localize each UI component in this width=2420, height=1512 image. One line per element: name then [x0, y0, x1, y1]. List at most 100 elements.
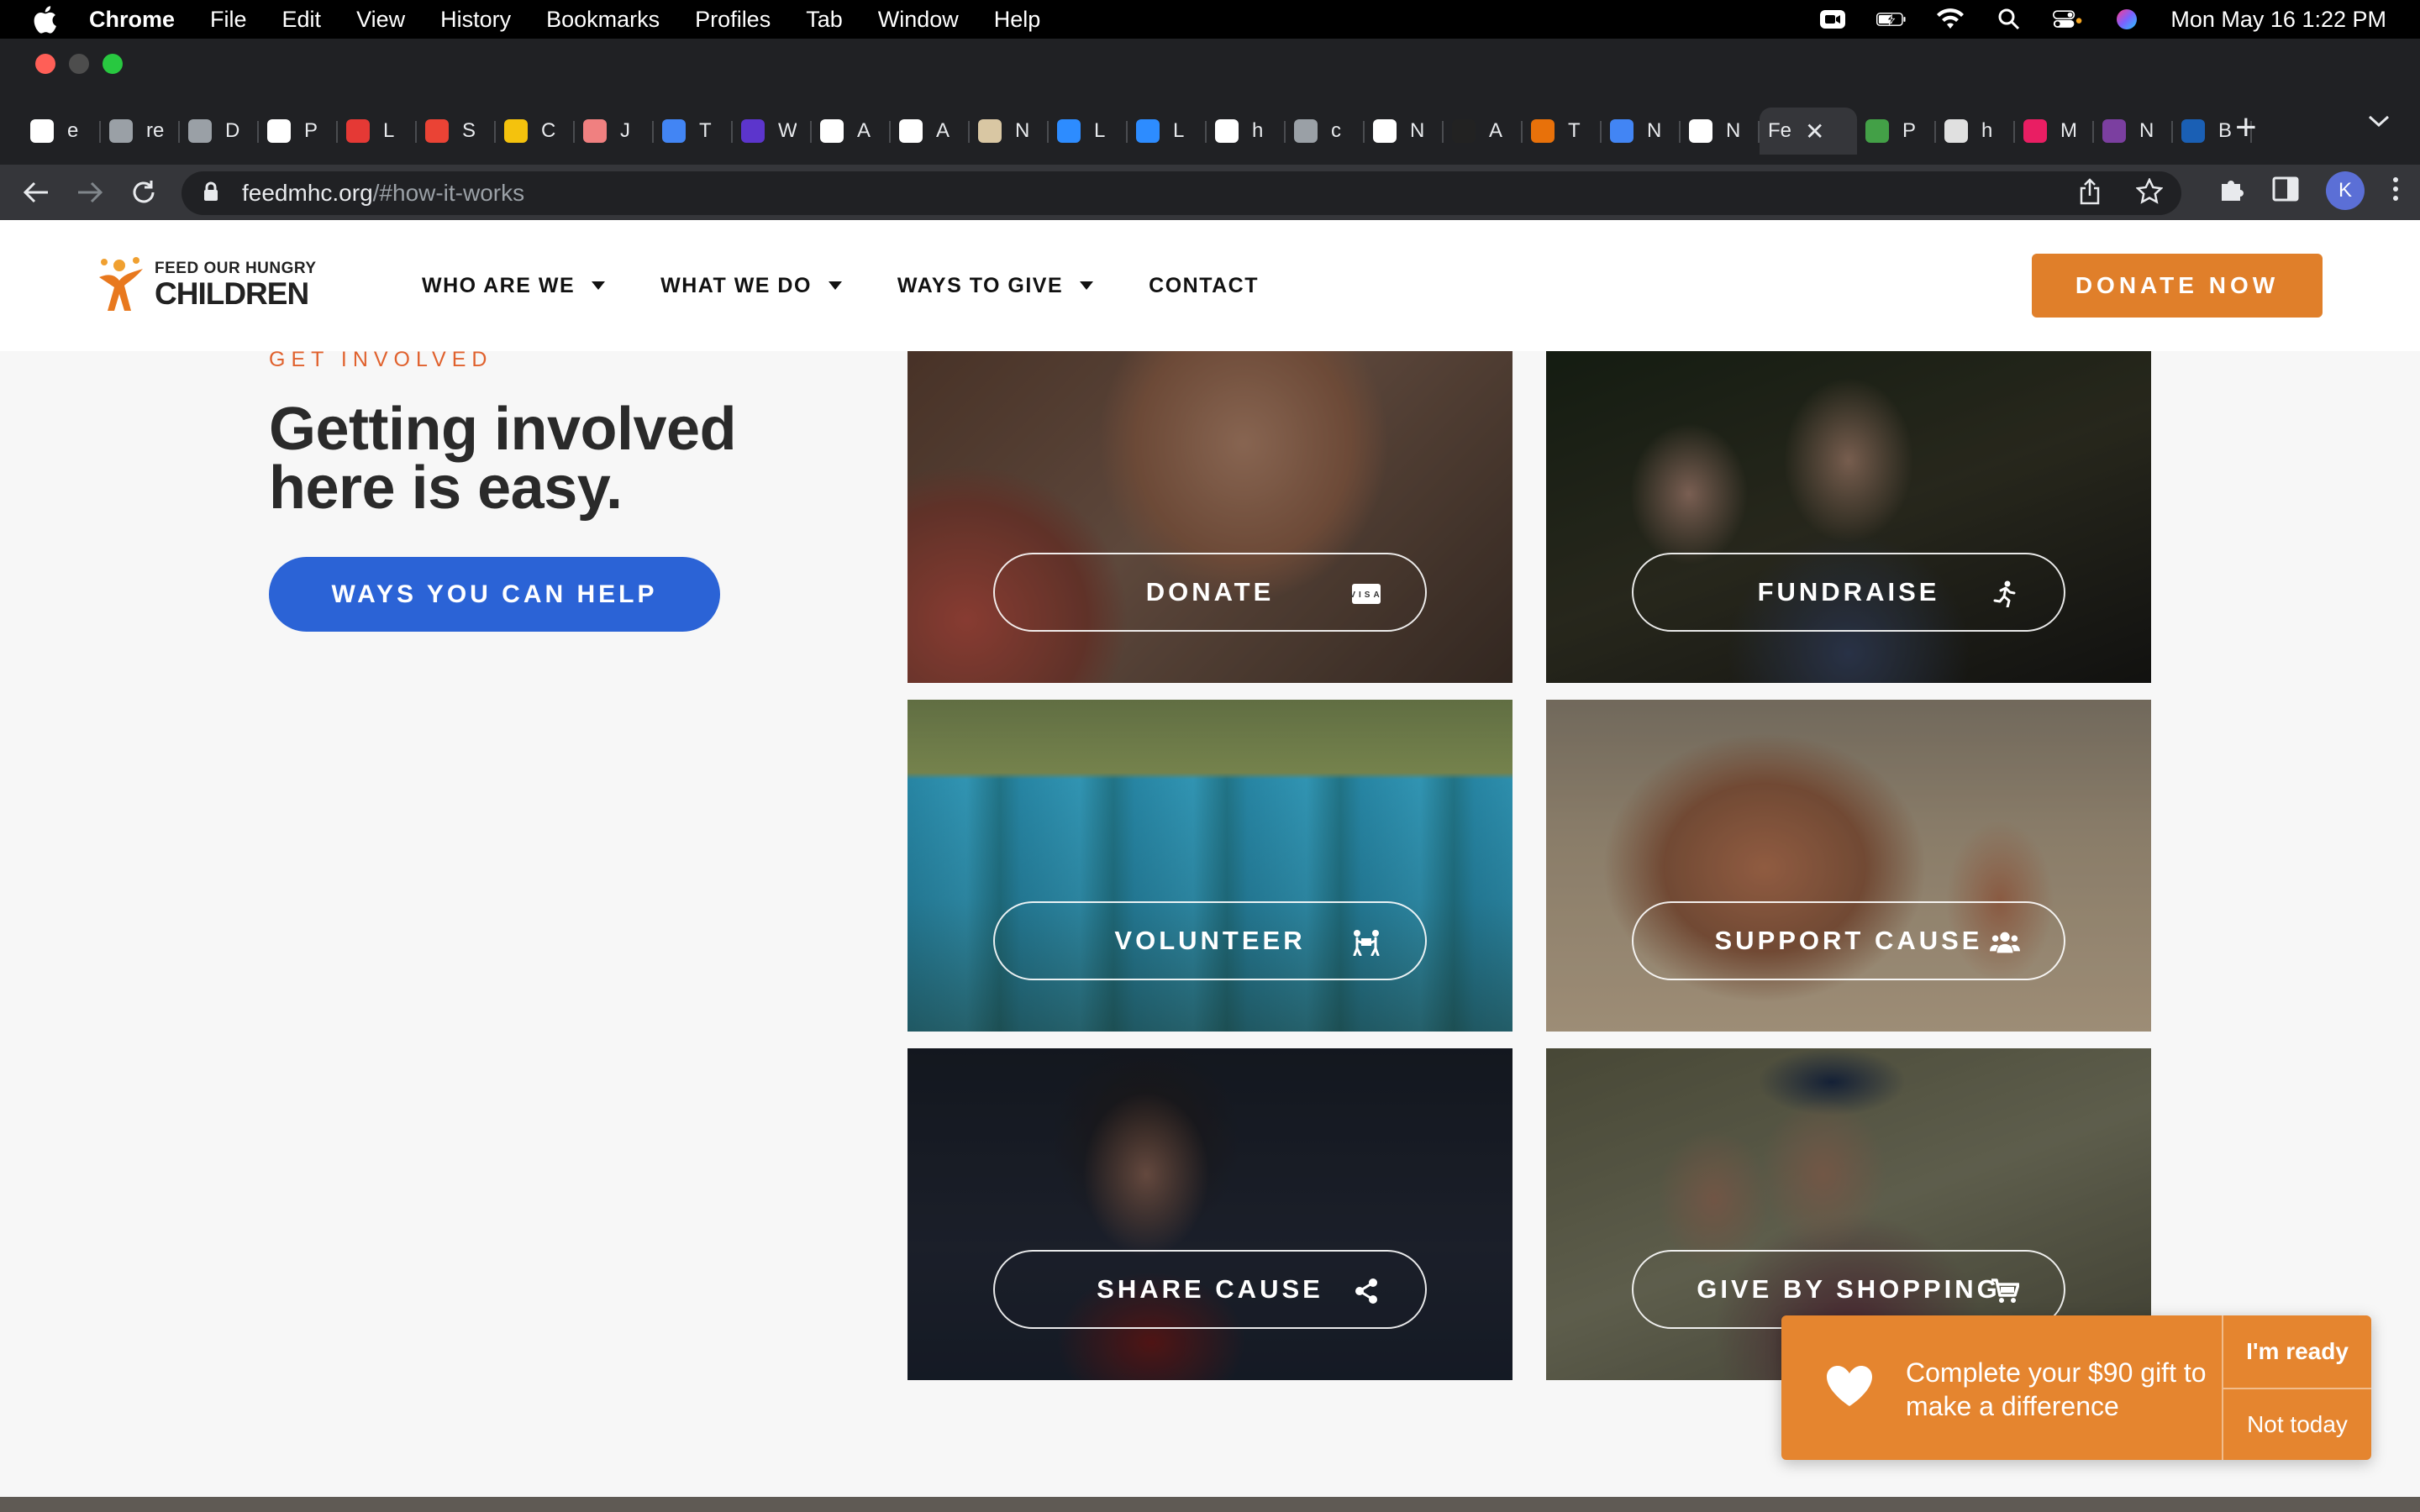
favicon-icon — [504, 119, 528, 143]
browser-tab[interactable]: N — [1365, 108, 1444, 155]
browser-tab[interactable]: N — [970, 108, 1049, 155]
share-page-icon[interactable] — [2077, 178, 2102, 209]
more-menu-icon[interactable] — [2391, 176, 2400, 207]
menu-history[interactable]: History — [440, 7, 511, 33]
menu-help[interactable]: Help — [994, 7, 1041, 33]
browser-tab[interactable]: c — [1286, 108, 1365, 155]
caret-down-icon — [1080, 281, 1094, 290]
card-fundraise[interactable]: FUNDRAISE — [1546, 351, 2151, 683]
im-ready-button[interactable]: I'm ready — [2223, 1315, 2371, 1388]
volunteer-card-button[interactable]: VOLUNTEER — [993, 901, 1427, 980]
side-panel-icon[interactable] — [2272, 176, 2299, 206]
support-cause-card-button[interactable]: SUPPORT CAUSE — [1632, 901, 2065, 980]
tab-label: W — [778, 119, 797, 142]
close-window-button[interactable] — [35, 54, 55, 74]
favicon-icon — [1865, 119, 1889, 143]
nav-contact[interactable]: CONTACT — [1149, 274, 1259, 298]
tab-search-chevron-icon[interactable] — [2368, 114, 2390, 132]
reload-icon[interactable] — [128, 176, 160, 208]
browser-tab[interactable]: N — [1681, 108, 1760, 155]
photo-overlay — [1546, 351, 2151, 683]
tab-label: N — [1410, 119, 1425, 142]
spotlight-search-icon[interactable] — [1994, 8, 2024, 30]
nav-what-we-do[interactable]: WHAT WE DO — [660, 274, 842, 298]
profile-avatar[interactable]: K — [2326, 171, 2365, 210]
menu-app-name[interactable]: Chrome — [89, 7, 175, 33]
control-center-icon[interactable] — [2053, 8, 2083, 30]
zoom-window-button[interactable] — [103, 54, 123, 74]
card-volunteer[interactable]: VOLUNTEER — [908, 700, 1512, 1032]
browser-tab[interactable]: T — [1523, 108, 1602, 155]
bookmark-star-icon[interactable] — [2135, 177, 2164, 209]
favicon-icon — [583, 119, 607, 143]
donate-now-button[interactable]: DONATE NOW — [2032, 254, 2323, 318]
browser-tab[interactable]: S — [417, 108, 496, 155]
tab-label: re — [146, 119, 165, 142]
address-bar[interactable]: feedmhc.org/#how-it-works — [182, 171, 2181, 215]
menu-profiles[interactable]: Profiles — [695, 7, 771, 33]
nav-label: CONTACT — [1149, 273, 1260, 297]
favicon-icon — [188, 119, 212, 143]
tab-label: e — [67, 119, 79, 142]
browser-tab[interactable]: A — [812, 108, 891, 155]
browser-tab[interactable]: M — [2015, 108, 2094, 155]
card-donate[interactable]: DONATE VISA — [908, 351, 1512, 683]
site-logo[interactable]: FEED OUR HUNGRY CHILDREN — [94, 255, 317, 314]
browser-tab[interactable]: D — [180, 108, 259, 155]
browser-tab[interactable]: C — [496, 108, 575, 155]
browser-tab[interactable]: A — [891, 108, 970, 155]
favicon-icon — [1689, 119, 1712, 143]
back-arrow-icon[interactable] — [20, 176, 52, 208]
new-tab-plus-icon[interactable]: + — [2235, 109, 2257, 146]
siri-icon[interactable] — [2112, 8, 2142, 30]
browser-tab[interactable]: W — [733, 108, 812, 155]
caret-down-icon — [828, 281, 842, 290]
not-today-button[interactable]: Not today — [2223, 1389, 2371, 1460]
browser-tab[interactable]: L — [1049, 108, 1128, 155]
browser-tab[interactable]: N — [1602, 108, 1681, 155]
favicon-icon — [425, 119, 449, 143]
forward-arrow-icon[interactable] — [74, 176, 106, 208]
close-tab-icon[interactable]: ✕ — [1805, 118, 1824, 145]
browser-tab[interactable]: N — [2094, 108, 2173, 155]
browser-tab[interactable]: h — [1207, 108, 1286, 155]
menu-bookmarks[interactable]: Bookmarks — [546, 7, 660, 33]
menubar-clock[interactable]: Mon May 16 1:22 PM — [2170, 7, 2386, 33]
tab-active[interactable]: Fe ✕ — [1760, 108, 1857, 155]
browser-tab[interactable]: h — [1936, 108, 2015, 155]
browser-tab[interactable]: P — [259, 108, 338, 155]
menu-edit[interactable]: Edit — [282, 7, 322, 33]
lock-icon[interactable] — [203, 181, 218, 206]
browser-tab[interactable]: T — [654, 108, 733, 155]
minimize-window-button[interactable] — [69, 54, 89, 74]
donate-card-button[interactable]: DONATE VISA — [993, 553, 1427, 632]
logo-children-icon — [99, 257, 143, 311]
menu-tab[interactable]: Tab — [806, 7, 843, 33]
share-cause-card-button[interactable]: SHARE CAUSE — [993, 1250, 1427, 1329]
menu-view[interactable]: View — [356, 7, 405, 33]
extensions-puzzle-icon[interactable] — [2218, 176, 2245, 207]
browser-tab[interactable]: J — [575, 108, 654, 155]
browser-tab[interactable]: A — [1444, 108, 1523, 155]
browser-tab[interactable]: re — [101, 108, 180, 155]
battery-icon[interactable] — [1876, 8, 1907, 30]
nav-ways-to-give[interactable]: WAYS TO GIVE — [897, 274, 1094, 298]
ways-you-can-help-button[interactable]: WAYS YOU CAN HELP — [269, 557, 720, 632]
browser-tab[interactable]: e — [22, 108, 101, 155]
card-support-cause[interactable]: SUPPORT CAUSE — [1546, 700, 2151, 1032]
menu-file[interactable]: File — [210, 7, 247, 33]
wifi-icon[interactable] — [1935, 8, 1965, 30]
photo-overlay — [908, 700, 1512, 1032]
browser-tab[interactable]: L — [1128, 108, 1207, 155]
tab-label: B — [2218, 119, 2233, 142]
zoom-status-icon[interactable] — [1818, 8, 1848, 30]
url-text[interactable]: feedmhc.org/#how-it-works — [242, 180, 524, 207]
apple-icon[interactable] — [32, 5, 66, 34]
browser-tab[interactable]: L — [338, 108, 417, 155]
browser-tab[interactable]: P — [1857, 108, 1936, 155]
favicon-icon — [109, 119, 133, 143]
nav-who-are-we[interactable]: WHO ARE WE — [422, 274, 606, 298]
fundraise-card-button[interactable]: FUNDRAISE — [1632, 553, 2065, 632]
menu-window[interactable]: Window — [878, 7, 959, 33]
card-share-cause[interactable]: SHARE CAUSE — [908, 1048, 1512, 1380]
